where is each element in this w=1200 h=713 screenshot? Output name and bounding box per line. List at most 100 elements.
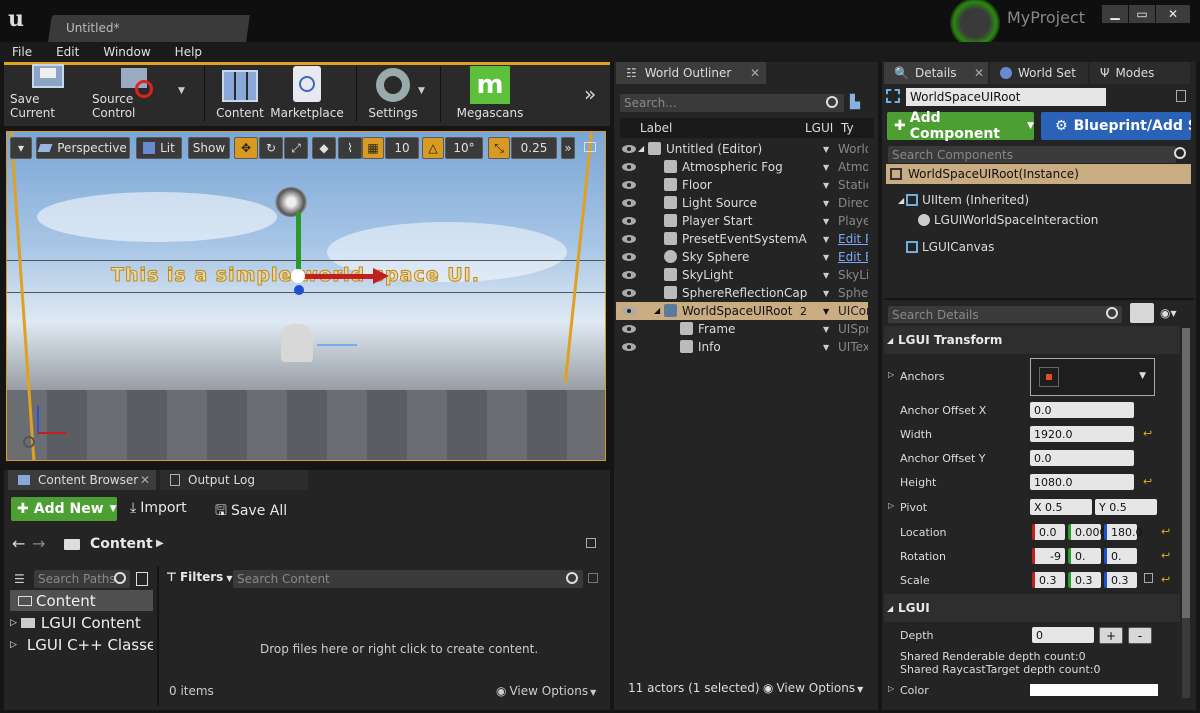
- color-label[interactable]: ▷ Color: [888, 684, 929, 697]
- tab-world-outliner[interactable]: ☷ World Outliner ✕: [616, 62, 766, 84]
- reset-arrow-icon[interactable]: ↩: [1161, 573, 1170, 586]
- collapse-arrow-icon[interactable]: ◢: [638, 144, 644, 153]
- tab-world-settings[interactable]: World Set: [990, 62, 1088, 84]
- settings-button[interactable]: Settings: [364, 64, 422, 122]
- outliner-view-options-button[interactable]: ◉ View Options ▼: [763, 681, 863, 695]
- chevron-down-icon[interactable]: ▼: [823, 199, 829, 208]
- outliner-row[interactable]: Player Start ▼ Playe: [616, 212, 868, 230]
- source-control-dropdown-icon[interactable]: ▼: [178, 86, 185, 96]
- depth-field[interactable]: 0: [1032, 627, 1094, 643]
- marketplace-button[interactable]: Marketplace: [270, 64, 344, 122]
- grid-size-dropdown[interactable]: 10: [385, 137, 419, 159]
- save-current-button[interactable]: Save Current: [10, 64, 86, 122]
- pivot-x-field[interactable]: X 0.5: [1030, 499, 1092, 515]
- angle-snap-button[interactable]: △: [422, 137, 444, 159]
- close-tab-icon[interactable]: ✕: [140, 473, 150, 487]
- lit-button[interactable]: Lit: [136, 137, 182, 159]
- pivot-y-field[interactable]: Y 0.5: [1095, 499, 1157, 515]
- outliner-row[interactable]: Floor ▼ Static: [616, 176, 868, 194]
- outliner-row-type[interactable]: Edit P: [838, 232, 868, 246]
- tree-item-lgui-content[interactable]: ▷ LGUI Content: [10, 614, 141, 632]
- section-lgui[interactable]: ◢ LGUI: [884, 594, 1026, 622]
- outliner-row[interactable]: Frame ▼ UISpri: [616, 320, 868, 338]
- sources-toggle-icon[interactable]: ☰: [14, 572, 25, 586]
- menu-edit[interactable]: Edit: [44, 45, 91, 59]
- show-button[interactable]: Show: [188, 137, 230, 159]
- scale-x-field[interactable]: 0.3: [1032, 572, 1065, 588]
- component-root-row[interactable]: WorldSpaceUIRoot(Instance): [886, 164, 1191, 184]
- grid-snap-button[interactable]: ▦: [362, 137, 384, 159]
- outliner-row[interactable]: Atmospheric Fog ▼ Atmos: [616, 158, 868, 176]
- rotation-z-field[interactable]: 0.: [1104, 548, 1137, 564]
- scale-snap-button[interactable]: ⤡: [488, 137, 510, 159]
- outliner-row[interactable]: SphereReflectionCap ▼ Spher: [616, 284, 868, 302]
- search-details-input[interactable]: Search Details: [888, 306, 1122, 323]
- save-all-button[interactable]: 🖫 Save All: [215, 500, 287, 524]
- breadcrumb-content[interactable]: Content: [90, 536, 153, 552]
- lock-icon[interactable]: [586, 538, 596, 548]
- tab-output-log[interactable]: Output Log: [160, 470, 308, 490]
- scale-lock-icon[interactable]: [1144, 573, 1153, 583]
- megascans-button[interactable]: m Megascans: [454, 64, 526, 122]
- scale-mode-button[interactable]: ⤢: [284, 137, 308, 159]
- height-field[interactable]: 1080.0: [1030, 474, 1134, 490]
- tab-details[interactable]: 🔍 Details ✕: [884, 62, 988, 84]
- menu-help[interactable]: Help: [163, 45, 214, 59]
- source-control-button[interactable]: Source Control: [92, 64, 178, 122]
- coordinate-space-button[interactable]: ◆: [312, 137, 336, 159]
- toolbar-overflow-icon[interactable]: »: [584, 82, 596, 106]
- anchor-offset-y-field[interactable]: 0.0: [1030, 450, 1134, 466]
- component-lguicanvas[interactable]: LGUICanvas: [906, 240, 994, 254]
- tree-item-lgui-classes[interactable]: ▷ LGUI C++ Classes: [10, 636, 153, 654]
- outliner-row[interactable]: ◢ WorldSpaceUIRoot 2 ▼ UICor: [616, 302, 868, 320]
- reset-arrow-icon[interactable]: ↩: [1143, 427, 1152, 440]
- menu-file[interactable]: File: [0, 45, 44, 59]
- visibility-eye-icon[interactable]: [622, 343, 636, 351]
- depth-decrease-button[interactable]: -: [1128, 627, 1152, 644]
- depth-increase-button[interactable]: +: [1099, 627, 1123, 644]
- width-field[interactable]: 1920.0: [1030, 426, 1134, 442]
- reset-arrow-icon[interactable]: ↩: [1161, 525, 1170, 538]
- visibility-eye-icon[interactable]: [622, 181, 636, 189]
- visibility-eye-icon[interactable]: [622, 163, 636, 171]
- chevron-down-icon[interactable]: ▼: [823, 271, 829, 280]
- search-components-input[interactable]: Search Components: [888, 146, 1176, 163]
- anchors-label[interactable]: ▷ Anchors: [888, 370, 945, 383]
- chevron-down-icon[interactable]: ▼: [823, 145, 829, 154]
- collapse-arrow-icon[interactable]: ◢: [654, 306, 660, 315]
- viewport-options-button[interactable]: ▾: [10, 137, 32, 159]
- actor-name-field[interactable]: WorldSpaceUIRoot: [906, 88, 1106, 106]
- outliner-row[interactable]: PresetEventSystemA ▼ Edit P: [616, 230, 868, 248]
- blueprint-button[interactable]: ⚙ Blueprint/Add S: [1041, 112, 1191, 140]
- close-button[interactable]: ✕: [1156, 5, 1190, 23]
- reset-arrow-icon[interactable]: ↩: [1143, 475, 1152, 488]
- location-y-field[interactable]: 0.000: [1068, 524, 1107, 540]
- section-lgui-transform[interactable]: ◢ LGUI Transform: [884, 326, 1026, 354]
- maximize-viewport-icon[interactable]: [584, 142, 596, 152]
- close-tab-icon[interactable]: ✕: [974, 66, 984, 80]
- chevron-down-icon[interactable]: ▼: [823, 343, 829, 352]
- forward-arrow-icon[interactable]: →: [32, 534, 45, 553]
- outliner-row[interactable]: ◢ Untitled (Editor) ▼ World: [616, 140, 868, 158]
- location-z-field[interactable]: 180.0: [1104, 524, 1143, 540]
- chevron-down-icon[interactable]: ▼: [823, 235, 829, 244]
- add-filter-icon[interactable]: ▙: [850, 95, 860, 110]
- outliner-row[interactable]: SkyLight ▼ SkyLi: [616, 266, 868, 284]
- visibility-eye-icon[interactable]: [622, 217, 636, 225]
- location-x-field[interactable]: 0.0: [1032, 524, 1065, 540]
- pivot-label[interactable]: ▷ Pivot: [888, 501, 927, 514]
- color-swatch[interactable]: [1030, 684, 1158, 696]
- column-label[interactable]: Label: [640, 121, 672, 135]
- breadcrumb-arrow-icon[interactable]: ▶: [156, 538, 164, 549]
- filters-button[interactable]: ⊤ Filters ▼: [166, 570, 232, 584]
- minimize-button[interactable]: ▁: [1102, 5, 1128, 23]
- tab-modes[interactable]: Ψ Modes: [1090, 62, 1190, 84]
- add-new-button[interactable]: ✚ Add New ▼: [11, 497, 117, 521]
- column-type[interactable]: Ty: [841, 121, 854, 135]
- tab-content-browser[interactable]: Content Browser ✕: [8, 470, 156, 490]
- outliner-row-type[interactable]: Edit B: [838, 250, 868, 264]
- visibility-eye-icon[interactable]: [622, 271, 636, 279]
- eye-filter-icon[interactable]: ◉▾: [1160, 306, 1177, 320]
- scale-y-field[interactable]: 0.3: [1068, 572, 1101, 588]
- visibility-eye-icon[interactable]: [622, 253, 636, 261]
